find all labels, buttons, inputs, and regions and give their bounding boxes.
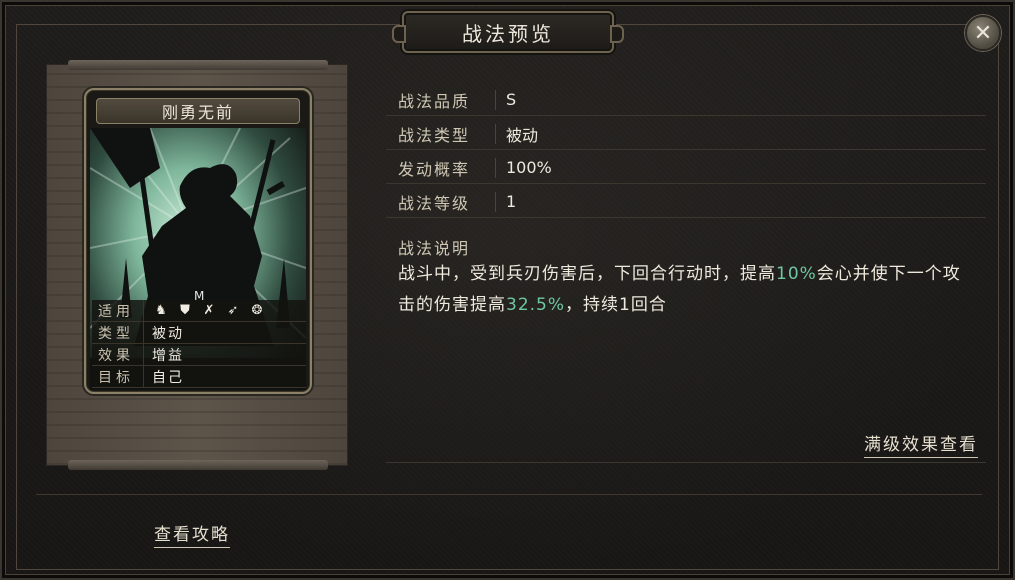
scroll-top-pole — [68, 60, 328, 70]
info-key: 战法品质 — [386, 89, 496, 111]
skill-preview-dialog: 战法预览 ✕ 刚勇无前 M 适用 ♞ ⛊ ✗ ➶ ❂ 类型 被动 效果 增益 目… — [0, 0, 1015, 580]
desc-highlight-value: 32.5% — [506, 295, 566, 315]
frame-right-line — [998, 24, 999, 570]
skill-description-box: 战法说明 战斗中，受到兵刃伤害后，下回合行动时，提高10%会心并使下一个攻击的伤… — [386, 227, 986, 463]
stat-row-target: 目标 自己 — [92, 366, 306, 388]
shield-icon: ⛊ — [180, 303, 190, 318]
stat-key: 适用 — [92, 300, 144, 321]
info-value: 被动 — [506, 125, 539, 145]
stat-key: 效果 — [92, 344, 144, 365]
desc-highlight-value: 10% — [776, 264, 817, 284]
skill-card: 刚勇无前 M 适用 ♞ ⛊ ✗ ➶ ❂ 类型 被动 效果 增益 目标 自己 — [84, 88, 312, 394]
info-row-type: 战法类型 被动 — [386, 118, 986, 150]
stat-row-effect: 效果 增益 — [92, 344, 306, 366]
info-value: 100% — [506, 158, 552, 177]
info-row-probability: 发动概率 100% — [386, 152, 986, 184]
scroll-bottom-pole — [68, 460, 328, 470]
max-level-effect-link[interactable]: 满级效果查看 — [864, 430, 978, 458]
stat-value: 自己 — [152, 369, 184, 386]
desc-part: 战斗中，受到兵刃伤害后，下回合行动时，提高 — [398, 264, 776, 284]
spear-icon: ➶ — [227, 303, 239, 318]
stat-row-troops: 适用 ♞ ⛊ ✗ ➶ ❂ — [92, 300, 306, 322]
close-button[interactable]: ✕ — [965, 15, 1001, 51]
dialog-title: 战法预览 — [462, 21, 554, 46]
skill-card-name: 刚勇无前 — [96, 98, 300, 124]
frame-left-line — [16, 24, 17, 570]
stat-key: 目标 — [92, 366, 144, 387]
wheel-icon: ❂ — [251, 303, 263, 318]
description-title: 战法说明 — [398, 239, 471, 258]
info-key: 发动概率 — [386, 157, 496, 179]
info-key: 战法等级 — [386, 191, 496, 213]
info-value: S — [506, 90, 517, 109]
frame-bottom-line — [16, 569, 999, 570]
stat-key: 类型 — [92, 322, 144, 343]
info-row-level: 战法等级 1 — [386, 186, 986, 218]
info-key: 战法类型 — [386, 123, 496, 145]
stat-value: 被动 — [152, 325, 184, 342]
desc-part: ，持续1回合 — [565, 295, 667, 315]
bow-icon: ✗ — [203, 303, 215, 318]
title-plate: 战法预览 — [392, 11, 624, 53]
description-text: 战斗中，受到兵刃伤害后，下回合行动时，提高10%会心并使下一个攻击的伤害提高32… — [398, 259, 978, 321]
stat-row-type: 类型 被动 — [92, 322, 306, 344]
skill-stat-table: 适用 ♞ ⛊ ✗ ➶ ❂ 类型 被动 效果 增益 目标 自己 — [92, 300, 306, 388]
troop-type-icons: ♞ ⛊ ✗ ➶ ❂ — [144, 302, 266, 320]
info-value: 1 — [506, 192, 517, 211]
cavalry-icon: ♞ — [155, 303, 167, 318]
info-row-quality: 战法品质 S — [386, 84, 986, 116]
close-x-icon: ✕ — [973, 20, 993, 46]
footer-divider — [36, 494, 982, 495]
view-guide-link[interactable]: 查看攻略 — [154, 520, 230, 548]
stat-value: 增益 — [152, 347, 184, 364]
